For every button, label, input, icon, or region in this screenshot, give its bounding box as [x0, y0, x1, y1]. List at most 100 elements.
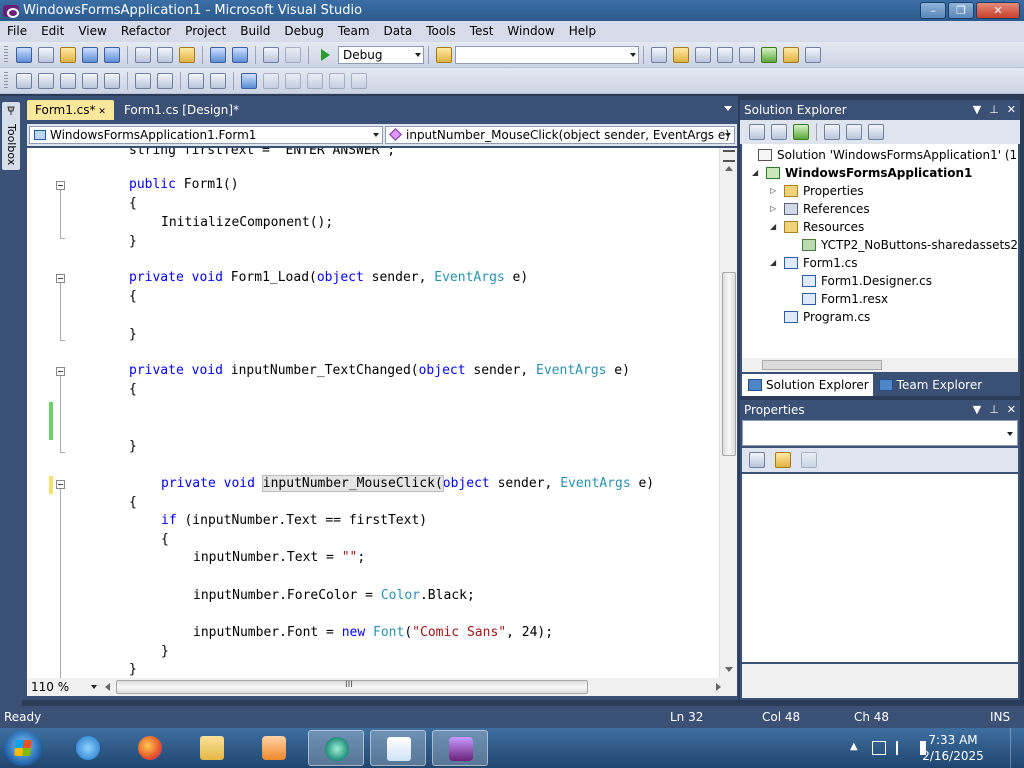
toggle-bookmark-icon[interactable]: [104, 72, 120, 89]
tree-item-solution[interactable]: Solution 'WindowsFormsApplication1' (1 p…: [744, 146, 1018, 164]
taskbar-firefox[interactable]: [122, 730, 178, 766]
menu-test[interactable]: Test: [463, 21, 501, 42]
menu-data[interactable]: Data: [377, 21, 420, 42]
find-in-files-icon[interactable]: [436, 46, 452, 63]
view-class-diagram-icon[interactable]: [868, 124, 884, 140]
menu-build[interactable]: Build: [233, 21, 277, 42]
tree-item-references[interactable]: ▷ References: [770, 200, 870, 218]
clock[interactable]: 7:33 AM 2/16/2025: [918, 732, 988, 764]
solution-explorer-hscroll[interactable]: [742, 358, 1018, 372]
tree-item-properties[interactable]: ▷ Properties: [770, 182, 864, 200]
next-bookmark-icon[interactable]: [285, 72, 301, 89]
toolbox-tab[interactable]: Toolbox: [2, 102, 20, 170]
display-object-member-list-icon[interactable]: [16, 72, 32, 89]
command-window-icon[interactable]: [805, 46, 821, 63]
show-desktop-button[interactable]: [1010, 728, 1024, 768]
toolbar-grip[interactable]: [4, 71, 8, 90]
view-code-icon[interactable]: [824, 124, 840, 140]
expand-triangle-icon[interactable]: ▷: [770, 182, 780, 200]
menu-edit[interactable]: Edit: [34, 21, 71, 42]
start-page-icon[interactable]: [761, 46, 777, 63]
tab-team-explorer[interactable]: Team Explorer: [873, 374, 987, 396]
tree-item-project[interactable]: ◢ WindowsFormsApplication1: [752, 164, 972, 182]
show-all-files-icon[interactable]: [771, 124, 787, 140]
maximize-button[interactable]: ❐: [948, 2, 974, 19]
collapse-triangle-icon[interactable]: ◢: [770, 254, 780, 272]
clear-bookmarks-icon[interactable]: [351, 72, 367, 89]
action-center-flag-icon[interactable]: [896, 741, 910, 755]
scroll-thumb[interactable]: [762, 360, 882, 370]
toolbar-grip[interactable]: [4, 45, 8, 64]
scroll-down-icon[interactable]: [725, 667, 733, 672]
undo-icon[interactable]: [210, 46, 226, 63]
collapse-triangle-icon[interactable]: ◢: [752, 164, 762, 182]
menu-tools[interactable]: Tools: [419, 21, 463, 42]
start-debugging-icon[interactable]: [321, 48, 330, 61]
solution-configuration-dropdown[interactable]: Debug: [338, 45, 424, 64]
show-hidden-icons-icon[interactable]: ▲: [850, 741, 864, 755]
find-combo[interactable]: [455, 45, 639, 64]
start-button[interactable]: [4, 730, 42, 766]
display-parameter-info-icon[interactable]: [38, 72, 54, 89]
taskbar-file-explorer[interactable]: [184, 730, 240, 766]
window-position-icon[interactable]: ▼: [973, 400, 981, 420]
tree-item-form1-resx[interactable]: Form1.resx: [788, 290, 888, 308]
tab-solution-explorer[interactable]: Solution Explorer: [742, 374, 873, 396]
code-editor[interactable]: string firstText = "ENTER ANSWER"; publi…: [27, 148, 737, 678]
previous-bookmark-icon[interactable]: [263, 72, 279, 89]
horizontal-scroll-thumb[interactable]: [116, 680, 588, 694]
tab-form1-cs[interactable]: Form1.cs*: [27, 100, 114, 120]
window-position-icon[interactable]: ▼: [973, 100, 981, 120]
categorized-icon[interactable]: [749, 452, 765, 468]
active-files-dropdown-icon[interactable]: [724, 106, 732, 111]
tab-form1-design[interactable]: Form1.cs [Design]*: [116, 100, 247, 120]
scroll-thumb[interactable]: [722, 272, 736, 456]
tools-icon[interactable]: [739, 46, 755, 63]
tree-item-program[interactable]: Program.cs: [770, 308, 870, 326]
scroll-right-icon[interactable]: [716, 683, 721, 691]
add-item-icon[interactable]: [38, 46, 54, 63]
close-icon[interactable]: ✕: [1007, 100, 1016, 120]
bookmark-icon[interactable]: [241, 72, 257, 89]
menu-refactor[interactable]: Refactor: [114, 21, 178, 42]
solution-explorer-icon[interactable]: [651, 46, 667, 63]
zoom-dropdown[interactable]: 110 %: [27, 680, 97, 694]
menu-team[interactable]: Team: [331, 21, 377, 42]
collapse-triangle-icon[interactable]: ◢: [770, 218, 780, 236]
navigate-backward-icon[interactable]: [263, 46, 279, 63]
taskbar-visual-studio[interactable]: [432, 730, 488, 766]
taskbar-internet-explorer[interactable]: [60, 730, 116, 766]
expand-triangle-icon[interactable]: ▷: [770, 200, 780, 218]
close-icon[interactable]: ✕: [1007, 400, 1016, 420]
comment-out-icon[interactable]: [188, 72, 204, 89]
menu-project[interactable]: Project: [178, 21, 233, 42]
tree-item-form1[interactable]: ◢ Form1.cs: [770, 254, 858, 272]
types-dropdown[interactable]: WindowsFormsApplication1.Form1: [29, 126, 383, 144]
increase-indent-icon[interactable]: [157, 72, 173, 89]
toolbox-icon[interactable]: [717, 46, 733, 63]
tree-item-form1-designer[interactable]: Form1.Designer.cs: [788, 272, 932, 290]
object-browser-icon[interactable]: [695, 46, 711, 63]
auto-hide-pin-icon[interactable]: ⊥: [989, 100, 999, 120]
properties-window-icon[interactable]: [673, 46, 689, 63]
property-pages-icon[interactable]: [801, 452, 817, 468]
refresh-icon[interactable]: [793, 124, 809, 140]
open-file-icon[interactable]: [60, 46, 76, 63]
navigate-forward-icon[interactable]: [285, 46, 301, 63]
quick-info-icon[interactable]: [60, 72, 76, 89]
minimize-button[interactable]: –: [920, 2, 946, 19]
menu-view[interactable]: View: [71, 21, 113, 42]
taskbar-media-player[interactable]: [246, 730, 302, 766]
properties-icon[interactable]: [749, 124, 765, 140]
menu-help[interactable]: Help: [562, 21, 603, 42]
extension-manager-icon[interactable]: [783, 46, 799, 63]
tree-item-asset[interactable]: YCTP2_NoButtons-sharedassets2.assets: [788, 236, 1018, 254]
object-selector-dropdown[interactable]: [742, 420, 1018, 446]
scroll-left-icon[interactable]: [105, 683, 110, 691]
menu-window[interactable]: Window: [500, 21, 561, 42]
word-completion-icon[interactable]: [82, 72, 98, 89]
paste-icon[interactable]: [179, 46, 195, 63]
members-dropdown[interactable]: inputNumber_MouseClick(object sender, Ev…: [385, 126, 735, 144]
redo-icon[interactable]: [232, 46, 248, 63]
vertical-scrollbar[interactable]: [719, 148, 737, 678]
